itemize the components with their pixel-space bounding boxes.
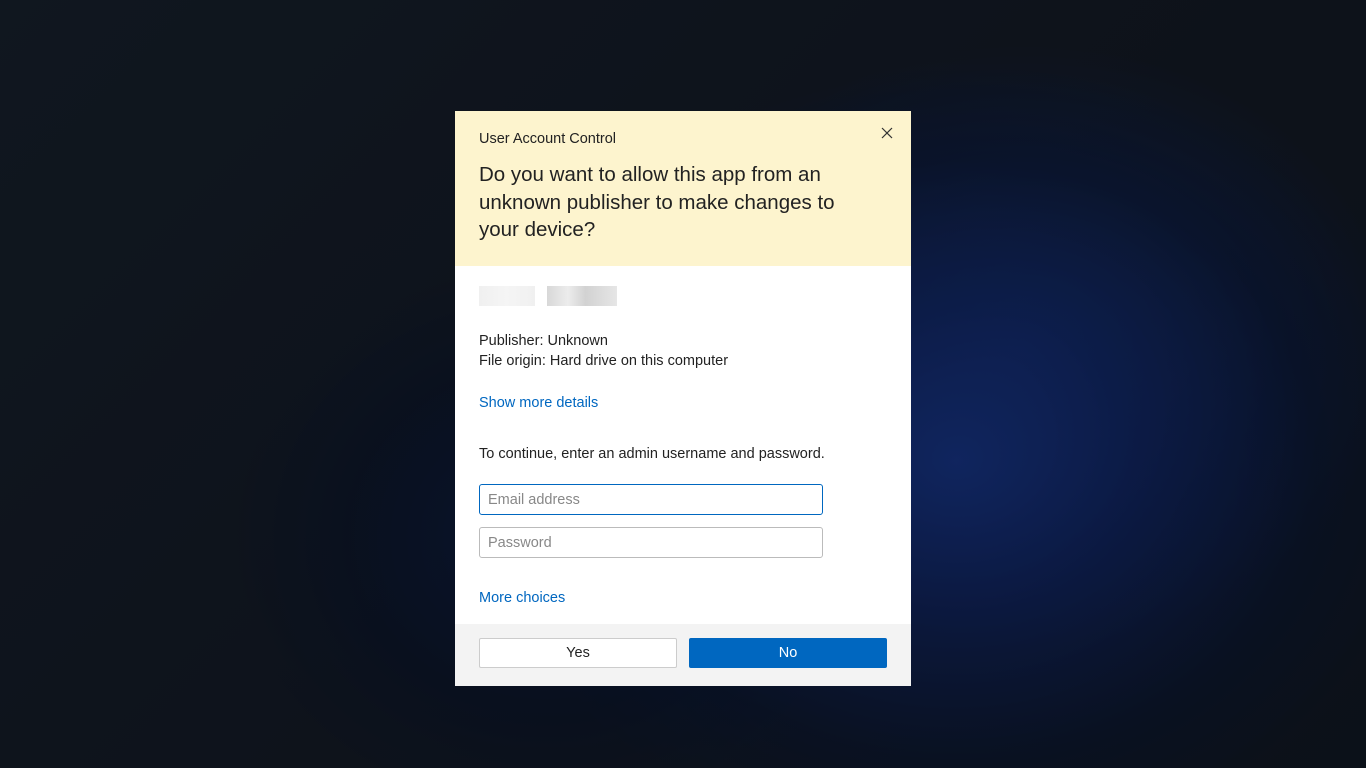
redacted-block xyxy=(479,286,535,306)
yes-button[interactable]: Yes xyxy=(479,638,677,668)
email-field[interactable] xyxy=(479,484,823,515)
file-origin-info: File origin: Hard drive on this computer xyxy=(479,352,887,372)
redacted-block xyxy=(547,286,617,306)
close-icon xyxy=(881,127,893,139)
dialog-footer: Yes No xyxy=(455,624,911,686)
continue-instruction: To continue, enter an admin username and… xyxy=(479,446,887,462)
dialog-prompt: Do you want to allow this app from an un… xyxy=(479,161,887,244)
app-name-redacted xyxy=(479,286,887,306)
publisher-info: Publisher: Unknown xyxy=(479,332,887,352)
more-choices-link[interactable]: More choices xyxy=(479,590,565,606)
dialog-body: Publisher: Unknown File origin: Hard dri… xyxy=(455,266,911,624)
close-button[interactable] xyxy=(877,123,897,143)
dialog-header: User Account Control Do you want to allo… xyxy=(455,111,911,266)
uac-dialog: User Account Control Do you want to allo… xyxy=(455,111,911,686)
show-more-details-link[interactable]: Show more details xyxy=(479,395,598,411)
password-field[interactable] xyxy=(479,527,823,558)
dialog-title: User Account Control xyxy=(479,131,887,147)
no-button[interactable]: No xyxy=(689,638,887,668)
